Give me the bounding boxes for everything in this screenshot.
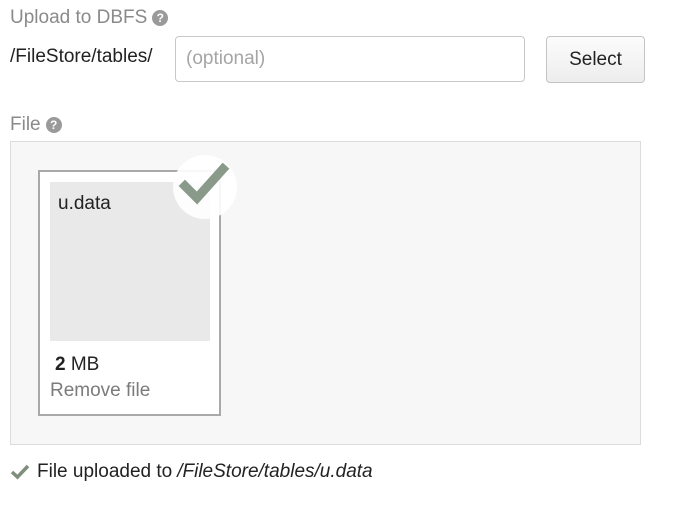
checkmark-icon — [178, 162, 230, 205]
path-prefix: /FileStore/tables/ — [10, 46, 153, 67]
upload-to-dbfs-label: Upload to DBFS? — [10, 7, 169, 29]
help-icon[interactable]: ? — [45, 117, 62, 133]
checkmark-icon — [10, 464, 30, 480]
upload-label-text: Upload to DBFS — [10, 7, 148, 28]
file-size-value: 2 — [55, 354, 66, 375]
remove-file-link[interactable]: Remove file — [50, 380, 150, 402]
file-label-text: File — [10, 114, 41, 135]
upload-status: File uploaded to /FileStore/tables/u.dat… — [10, 461, 373, 483]
help-icon[interactable]: ? — [152, 10, 169, 26]
file-name: u.data — [58, 193, 111, 214]
status-path: /FileStore/tables/u.data — [177, 461, 373, 482]
upload-success-badge — [173, 155, 237, 219]
select-button[interactable]: Select — [546, 36, 645, 83]
file-label: File? — [10, 114, 62, 136]
file-size: 2 MB — [55, 354, 99, 376]
file-size-unit: MB — [70, 354, 100, 375]
status-text: File uploaded to — [37, 461, 173, 482]
target-directory-input[interactable] — [175, 36, 525, 82]
